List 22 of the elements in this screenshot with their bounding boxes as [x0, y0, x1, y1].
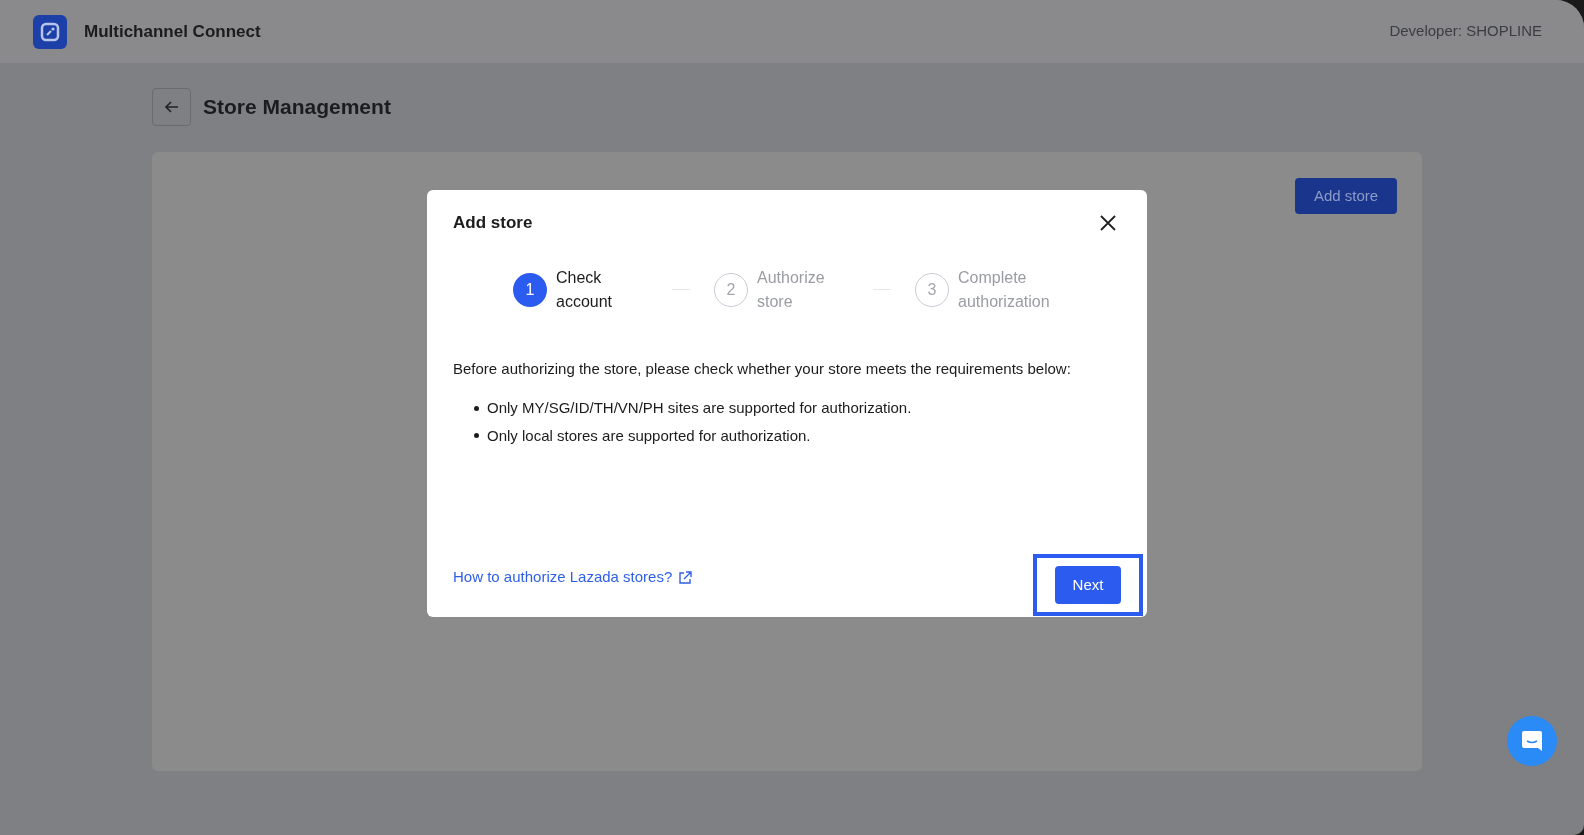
step-number: 1: [513, 272, 547, 307]
app-title: Multichannel Connect: [84, 20, 261, 43]
intro-text: Before authorizing the store, please check whether your store meets the requirements below:: [453, 358, 1072, 379]
step-label: Check account: [556, 267, 614, 312]
step-label: Authorize store: [757, 267, 826, 312]
developer-label: Developer: SHOPLINE: [1389, 21, 1542, 42]
dialog-title: Add store: [453, 212, 533, 234]
close-icon[interactable]: [1099, 213, 1117, 232]
bullet-icon: [474, 405, 479, 411]
help-link[interactable]: How to authorize Lazada stores?: [453, 566, 693, 589]
next-button[interactable]: Next: [1055, 566, 1121, 604]
back-button[interactable]: [152, 88, 191, 126]
add-store-button[interactable]: Add store: [1295, 178, 1397, 214]
app-logo-icon: [33, 14, 67, 49]
requirement-text: Only MY/SG/ID/TH/VN/PH sites are supported for authorization.: [487, 398, 912, 418]
requirement-text: Only local stores are supported for authorization.: [487, 425, 811, 446]
bullet-icon: [474, 433, 479, 439]
chat-button[interactable]: [1507, 716, 1557, 766]
step-label: Complete authorization: [958, 267, 1051, 312]
chat-bubble-icon: [1520, 729, 1544, 753]
external-link-icon: [678, 570, 693, 585]
page-title: Store Management: [203, 94, 391, 121]
